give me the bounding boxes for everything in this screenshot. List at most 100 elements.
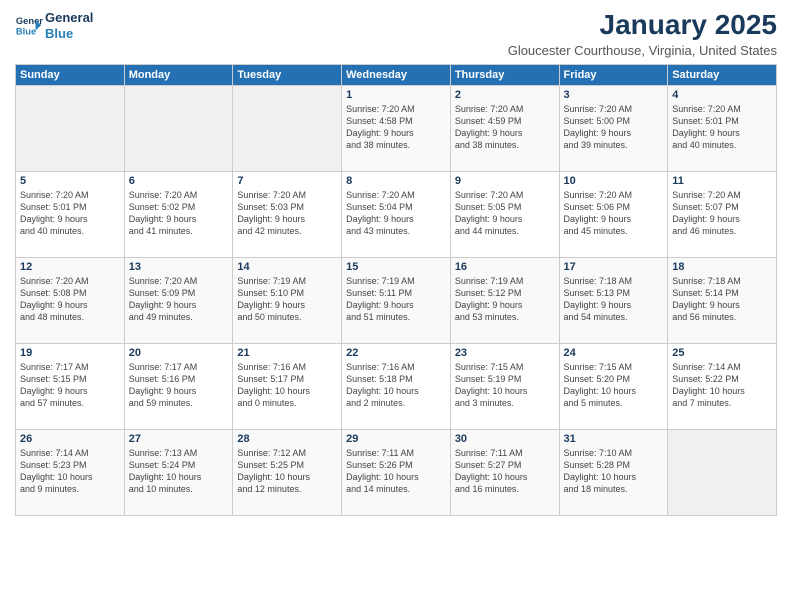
day-number: 22: [346, 347, 446, 359]
calendar-cell: 22 Sunrise: 7:16 AM Sunset: 5:18 PM Dayli…: [342, 343, 451, 429]
day-number: 25: [672, 347, 772, 359]
day-number: 28: [237, 433, 337, 445]
day-number: 18: [672, 261, 772, 273]
calendar-cell: [124, 85, 233, 171]
calendar-cell: 29 Sunrise: 7:11 AM Sunset: 5:26 PM Dayli…: [342, 429, 451, 515]
calendar-cell: 7 Sunrise: 7:20 AM Sunset: 5:03 PM Daylig…: [233, 171, 342, 257]
calendar-cell: [16, 85, 125, 171]
day-info: Sunrise: 7:11 AM Sunset: 5:27 PM Dayligh…: [455, 447, 555, 496]
day-info: Sunrise: 7:16 AM Sunset: 5:18 PM Dayligh…: [346, 361, 446, 410]
weekday-header-thursday: Thursday: [450, 64, 559, 85]
calendar-cell: 14 Sunrise: 7:19 AM Sunset: 5:10 PM Dayli…: [233, 257, 342, 343]
calendar-cell: 1 Sunrise: 7:20 AM Sunset: 4:58 PM Daylig…: [342, 85, 451, 171]
calendar-cell: 15 Sunrise: 7:19 AM Sunset: 5:11 PM Dayli…: [342, 257, 451, 343]
day-number: 13: [129, 261, 229, 273]
weekday-header-tuesday: Tuesday: [233, 64, 342, 85]
day-number: 20: [129, 347, 229, 359]
calendar-cell: 9 Sunrise: 7:20 AM Sunset: 5:05 PM Daylig…: [450, 171, 559, 257]
day-number: 7: [237, 175, 337, 187]
calendar-cell: 3 Sunrise: 7:20 AM Sunset: 5:00 PM Daylig…: [559, 85, 668, 171]
calendar-cell: [233, 85, 342, 171]
day-number: 12: [20, 261, 120, 273]
calendar-cell: 28 Sunrise: 7:12 AM Sunset: 5:25 PM Dayli…: [233, 429, 342, 515]
logo-icon: General Blue: [15, 12, 43, 40]
day-number: 29: [346, 433, 446, 445]
day-number: 5: [20, 175, 120, 187]
day-info: Sunrise: 7:20 AM Sunset: 5:01 PM Dayligh…: [20, 189, 120, 238]
calendar-cell: [668, 429, 777, 515]
calendar-cell: 8Sunrise: 7:20 AM Sunset: 5:04 PM Daylig…: [342, 171, 451, 257]
day-info: Sunrise: 7:20 AM Sunset: 5:00 PM Dayligh…: [564, 103, 664, 152]
day-info: Sunrise: 7:20 AM Sunset: 5:06 PM Dayligh…: [564, 189, 664, 238]
day-number: 3: [564, 89, 664, 101]
calendar-page: General Blue General Blue January 2025 G…: [0, 0, 792, 612]
day-info: Sunrise: 7:20 AM Sunset: 4:59 PM Dayligh…: [455, 103, 555, 152]
day-number: 14: [237, 261, 337, 273]
day-info: Sunrise: 7:13 AM Sunset: 5:24 PM Dayligh…: [129, 447, 229, 496]
month-title: January 2025: [508, 10, 777, 41]
day-info: Sunrise: 7:15 AM Sunset: 5:20 PM Dayligh…: [564, 361, 664, 410]
calendar-cell: 6 Sunrise: 7:20 AM Sunset: 5:02 PM Daylig…: [124, 171, 233, 257]
calendar-cell: 5 Sunrise: 7:20 AM Sunset: 5:01 PM Daylig…: [16, 171, 125, 257]
day-number: 4: [672, 89, 772, 101]
day-info: Sunrise: 7:16 AM Sunset: 5:17 PM Dayligh…: [237, 361, 337, 410]
calendar-cell: 10 Sunrise: 7:20 AM Sunset: 5:06 PM Dayli…: [559, 171, 668, 257]
day-number: 26: [20, 433, 120, 445]
day-info: Sunrise: 7:20 AM Sunset: 5:03 PM Dayligh…: [237, 189, 337, 238]
day-number: 1: [346, 89, 446, 101]
day-info: Sunrise: 7:20 AM Sunset: 5:05 PM Dayligh…: [455, 189, 555, 238]
day-number: 10: [564, 175, 664, 187]
day-info: Sunrise: 7:11 AM Sunset: 5:26 PM Dayligh…: [346, 447, 446, 496]
calendar-cell: 27 Sunrise: 7:13 AM Sunset: 5:24 PM Dayli…: [124, 429, 233, 515]
day-number: 30: [455, 433, 555, 445]
day-info: Sunrise: 7:19 AM Sunset: 5:11 PM Dayligh…: [346, 275, 446, 324]
calendar-cell: 20Sunrise: 7:17 AM Sunset: 5:16 PM Dayli…: [124, 343, 233, 429]
calendar-cell: 23 Sunrise: 7:15 AM Sunset: 5:19 PM Dayli…: [450, 343, 559, 429]
header: General Blue General Blue January 2025 G…: [15, 10, 777, 58]
day-info: Sunrise: 7:19 AM Sunset: 5:10 PM Dayligh…: [237, 275, 337, 324]
calendar-cell: 16 Sunrise: 7:19 AM Sunset: 5:12 PM Dayli…: [450, 257, 559, 343]
calendar-cell: 25 Sunrise: 7:14 AM Sunset: 5:22 PM Dayli…: [668, 343, 777, 429]
svg-text:Blue: Blue: [16, 26, 36, 36]
calendar-cell: 11 Sunrise: 7:20 AM Sunset: 5:07 PM Dayli…: [668, 171, 777, 257]
weekday-header-wednesday: Wednesday: [342, 64, 451, 85]
calendar-cell: 19Sunrise: 7:17 AM Sunset: 5:15 PM Dayli…: [16, 343, 125, 429]
weekday-header-sunday: Sunday: [16, 64, 125, 85]
calendar-cell: 26Sunrise: 7:14 AM Sunset: 5:23 PM Dayli…: [16, 429, 125, 515]
day-info: Sunrise: 7:20 AM Sunset: 5:07 PM Dayligh…: [672, 189, 772, 238]
day-info: Sunrise: 7:12 AM Sunset: 5:25 PM Dayligh…: [237, 447, 337, 496]
day-info: Sunrise: 7:14 AM Sunset: 5:22 PM Dayligh…: [672, 361, 772, 410]
day-info: Sunrise: 7:20 AM Sunset: 5:08 PM Dayligh…: [20, 275, 120, 324]
location-title: Gloucester Courthouse, Virginia, United …: [508, 43, 777, 58]
calendar-cell: 17Sunrise: 7:18 AM Sunset: 5:13 PM Dayli…: [559, 257, 668, 343]
day-info: Sunrise: 7:18 AM Sunset: 5:14 PM Dayligh…: [672, 275, 772, 324]
day-number: 21: [237, 347, 337, 359]
calendar-cell: 21 Sunrise: 7:16 AM Sunset: 5:17 PM Dayli…: [233, 343, 342, 429]
day-info: Sunrise: 7:15 AM Sunset: 5:19 PM Dayligh…: [455, 361, 555, 410]
day-number: 27: [129, 433, 229, 445]
calendar-cell: 2 Sunrise: 7:20 AM Sunset: 4:59 PM Daylig…: [450, 85, 559, 171]
day-number: 9: [455, 175, 555, 187]
day-number: 15: [346, 261, 446, 273]
day-info: Sunrise: 7:19 AM Sunset: 5:12 PM Dayligh…: [455, 275, 555, 324]
day-number: 31: [564, 433, 664, 445]
logo-text: General Blue: [45, 10, 93, 41]
day-number: 23: [455, 347, 555, 359]
day-number: 16: [455, 261, 555, 273]
title-block: January 2025 Gloucester Courthouse, Virg…: [508, 10, 777, 58]
day-info: Sunrise: 7:20 AM Sunset: 5:09 PM Dayligh…: [129, 275, 229, 324]
day-info: Sunrise: 7:10 AM Sunset: 5:28 PM Dayligh…: [564, 447, 664, 496]
day-number: 2: [455, 89, 555, 101]
day-number: 11: [672, 175, 772, 187]
day-info: Sunrise: 7:17 AM Sunset: 5:15 PM Dayligh…: [20, 361, 120, 410]
calendar-cell: 31 Sunrise: 7:10 AM Sunset: 5:28 PM Dayli…: [559, 429, 668, 515]
calendar-cell: 12 Sunrise: 7:20 AM Sunset: 5:08 PM Dayli…: [16, 257, 125, 343]
day-number: 6: [129, 175, 229, 187]
weekday-header-monday: Monday: [124, 64, 233, 85]
day-info: Sunrise: 7:20 AM Sunset: 5:04 PM Dayligh…: [346, 189, 446, 238]
calendar-table: SundayMondayTuesdayWednesdayThursdayFrid…: [15, 64, 777, 516]
day-info: Sunrise: 7:20 AM Sunset: 4:58 PM Dayligh…: [346, 103, 446, 152]
day-info: Sunrise: 7:18 AM Sunset: 5:13 PM Dayligh…: [564, 275, 664, 324]
day-info: Sunrise: 7:20 AM Sunset: 5:02 PM Dayligh…: [129, 189, 229, 238]
calendar-cell: 24Sunrise: 7:15 AM Sunset: 5:20 PM Dayli…: [559, 343, 668, 429]
